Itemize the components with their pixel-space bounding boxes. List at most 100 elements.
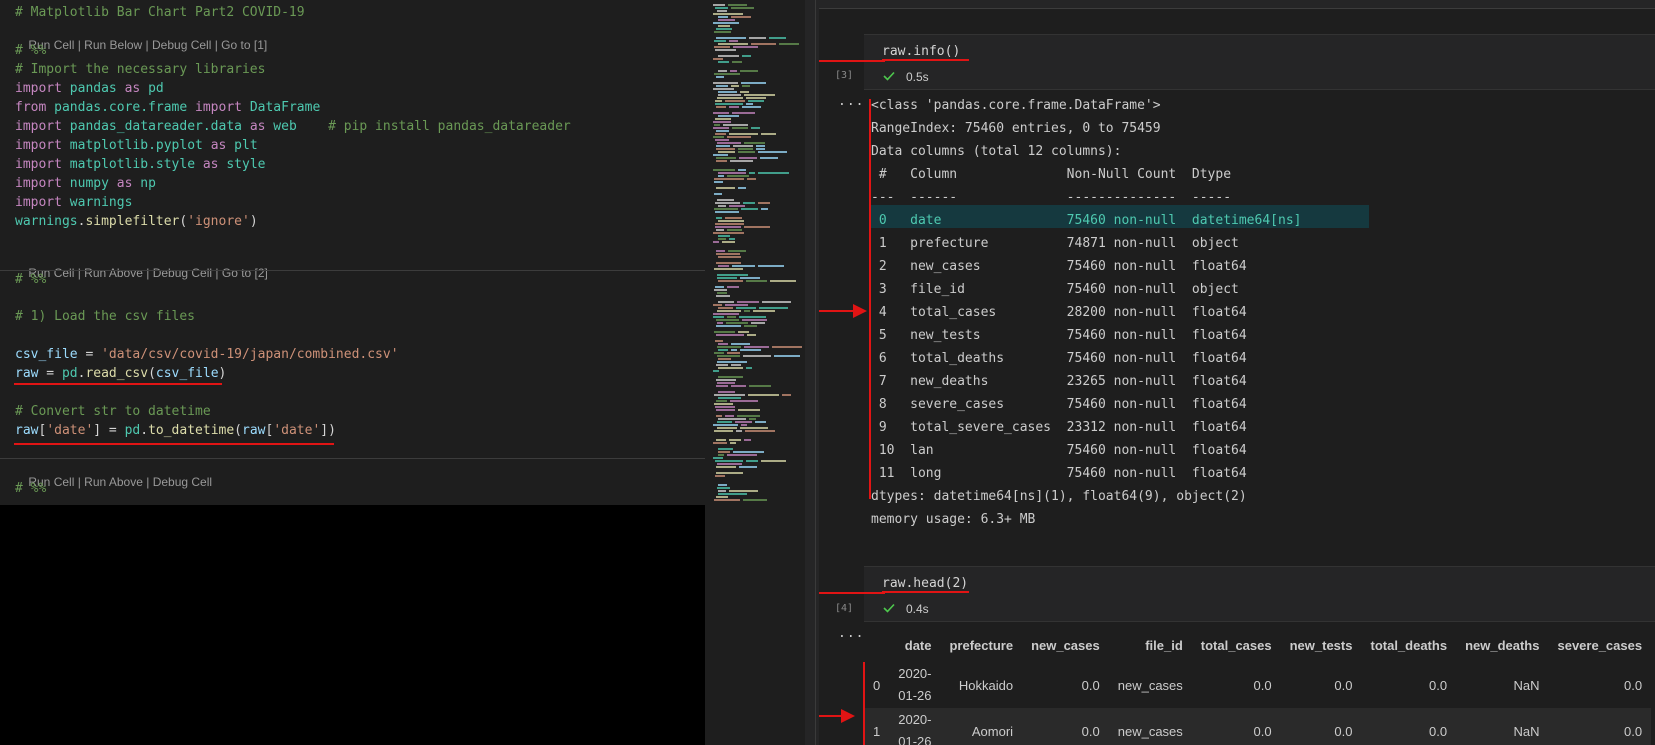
minimap-line xyxy=(716,334,744,336)
minimap-line xyxy=(760,157,778,159)
go-to-link[interactable]: Go to [1] xyxy=(221,38,267,52)
minimap-line xyxy=(714,352,724,354)
output-line: --- ------ -------------- ----- xyxy=(871,190,1232,205)
minimap-line xyxy=(714,31,731,33)
execution-count: [4] xyxy=(835,603,854,614)
code-cell-3[interactable]: raw.info() xyxy=(864,34,1655,69)
minimap-line xyxy=(717,274,748,276)
run-below-link[interactable]: Run Below xyxy=(84,38,142,52)
minimap-line xyxy=(747,334,756,336)
minimap-line xyxy=(727,352,740,354)
arrow-head-icon xyxy=(841,709,855,723)
minimap-line xyxy=(741,208,758,210)
column-header: severe_cases xyxy=(1557,637,1643,653)
table-cell: Hokkaido xyxy=(958,677,1014,693)
debug-cell-link[interactable]: Debug Cell xyxy=(153,475,212,489)
minimap-line xyxy=(718,448,733,450)
minimap-line xyxy=(731,385,746,387)
debug-cell-link[interactable]: Debug Cell xyxy=(153,266,212,280)
minimap-line xyxy=(715,103,743,105)
cell-status: 0.5s xyxy=(864,65,1655,90)
minimap-line xyxy=(759,307,788,309)
code-line: # 1) Load the csv files xyxy=(15,309,196,324)
minimap-line xyxy=(744,142,765,144)
table-row: 1 2020- 01-26 Aomori 0.0 new_cases 0.0 0.0 0.0 Na… xyxy=(865,708,1652,745)
minimap-line xyxy=(772,346,802,348)
minimap-line xyxy=(718,19,735,21)
red-arrow-line xyxy=(819,592,885,594)
go-to-link[interactable]: Go to [2] xyxy=(222,266,268,280)
code-line: csv_file = 'data/csv/covid-19/japan/comb… xyxy=(15,347,399,362)
minimap-line xyxy=(716,76,724,78)
minimap-line xyxy=(751,322,765,324)
code-line: import pandas as pd xyxy=(15,81,164,96)
minimap-line xyxy=(717,355,740,357)
minimap-line xyxy=(718,349,728,351)
minimap-line xyxy=(717,346,741,348)
row-index: 1 xyxy=(873,723,881,739)
minimap-line xyxy=(718,16,728,18)
minimap-line xyxy=(756,145,765,147)
table-cell: 0.0 xyxy=(1253,677,1272,693)
scrollbar[interactable] xyxy=(805,0,819,745)
minimap-line xyxy=(746,367,752,369)
codelens-2: Run Cell | Run Above | Debug Cell | Go t… xyxy=(28,266,268,280)
minimap-line xyxy=(744,94,775,96)
code-editor[interactable]: # Matplotlib Bar Chart Part2 COVID-19 Ru… xyxy=(0,0,705,745)
minimap-line xyxy=(730,400,758,402)
code-cell-4[interactable]: raw.head(2) xyxy=(864,566,1655,601)
code-line: # %% xyxy=(15,43,47,58)
run-above-link[interactable]: Run Above xyxy=(84,475,143,489)
minimap-line xyxy=(730,442,736,444)
minimap-line xyxy=(761,460,786,462)
table-cell: NaN xyxy=(1513,723,1540,739)
red-bracket xyxy=(869,99,871,499)
minimap[interactable] xyxy=(705,0,805,745)
minimap-line xyxy=(718,172,746,174)
minimap-line xyxy=(715,118,731,120)
minimap-line xyxy=(718,115,739,117)
minimap-line xyxy=(718,418,746,420)
minimap-line xyxy=(716,28,732,30)
minimap-line xyxy=(713,169,735,171)
minimap-line xyxy=(749,418,756,420)
minimap-line xyxy=(713,4,725,6)
minimap-line xyxy=(716,160,727,162)
minimap-line xyxy=(716,250,725,252)
minimap-line xyxy=(740,427,768,429)
minimap-line xyxy=(715,139,729,141)
output-menu-icon[interactable]: ... xyxy=(838,626,864,641)
minimap-line xyxy=(747,178,756,180)
column-header: date xyxy=(904,637,932,653)
run-above-link[interactable]: Run Above xyxy=(84,266,143,280)
code-line: warnings.simplefilter('ignore') xyxy=(15,214,258,229)
minimap-line xyxy=(729,133,758,135)
minimap-line xyxy=(718,280,743,282)
minimap-line xyxy=(737,415,760,417)
table-cell: 0.0 xyxy=(1334,723,1353,739)
minimap-line xyxy=(739,466,757,468)
minimap-line xyxy=(717,487,730,489)
minimap-line xyxy=(741,82,766,84)
minimap-line xyxy=(740,277,760,279)
minimap-line xyxy=(717,310,741,312)
output-line: memory usage: 6.3+ MB xyxy=(871,512,1036,527)
code-line: from pandas.core.frame import DataFrame xyxy=(15,100,321,115)
minimap-line xyxy=(737,301,759,303)
minimap-line xyxy=(738,187,746,189)
minimap-line xyxy=(713,112,729,114)
red-arrow-line xyxy=(819,715,843,717)
column-header: file_id xyxy=(1145,637,1183,653)
debug-cell-link[interactable]: Debug Cell xyxy=(152,38,211,52)
red-underline xyxy=(14,443,334,445)
minimap-line xyxy=(731,349,737,351)
output-line: Data columns (total 12 columns): xyxy=(871,144,1122,159)
minimap-line xyxy=(713,22,739,24)
minimap-line xyxy=(717,199,734,201)
minimap-line xyxy=(714,499,740,501)
minimap-line xyxy=(713,424,738,426)
minimap-line xyxy=(713,154,728,156)
minimap-line xyxy=(715,226,741,228)
column-header: prefecture xyxy=(949,637,1014,653)
output-menu-icon[interactable]: ... xyxy=(838,94,864,109)
